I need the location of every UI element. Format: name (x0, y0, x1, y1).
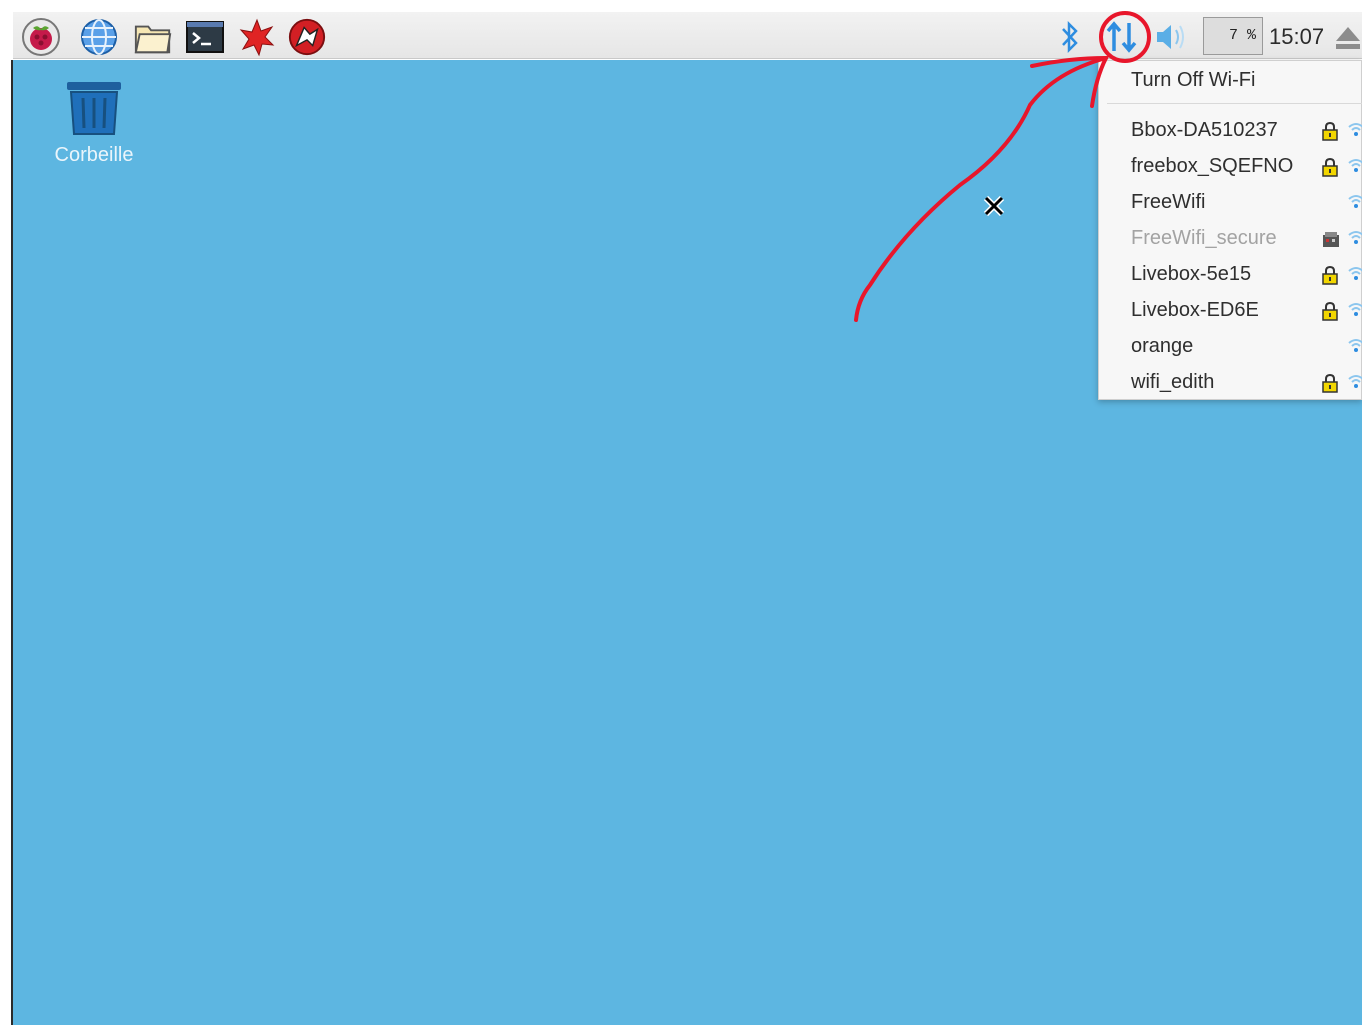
enterprise-lock-icon (1321, 229, 1339, 249)
network-updown-icon[interactable] (1102, 17, 1142, 57)
wifi-signal-icon (1347, 373, 1362, 391)
wolfram-icon[interactable] (287, 17, 327, 57)
cpu-usage-monitor[interactable]: 7 % (1203, 17, 1263, 55)
file-manager-icon[interactable] (133, 17, 173, 57)
turn-off-wifi-item[interactable]: Turn Off Wi-Fi (1099, 63, 1362, 97)
cpu-usage-value: 7 % (1228, 27, 1256, 44)
wifi-signal-icon (1347, 193, 1362, 211)
volume-icon[interactable] (1151, 17, 1191, 57)
wifi-signal-icon (1347, 265, 1362, 283)
terminal-icon[interactable] (185, 17, 225, 57)
desktop-icon-label: Corbeille (54, 144, 134, 166)
menu-separator (1107, 103, 1362, 104)
raspberry-menu-icon[interactable] (21, 17, 61, 57)
network-ssid: FreeWifi (1131, 191, 1206, 213)
network-ssid: freebox_SQEFNO (1131, 155, 1294, 177)
lock-icon (1321, 121, 1339, 141)
network-dropdown-menu: Turn Off Wi-Fi Bbox-DA510237 freebox_SQEF… (1098, 60, 1362, 400)
turn-off-wifi-label: Turn Off Wi-Fi (1131, 69, 1256, 91)
screen-left-border (0, 0, 13, 1025)
network-item[interactable]: freebox_SQEFNO (1099, 149, 1362, 183)
network-item[interactable]: Livebox-5e15 (1099, 257, 1362, 291)
network-ssid: orange (1131, 335, 1194, 357)
lock-icon (1321, 301, 1339, 321)
wifi-signal-icon (1347, 337, 1362, 355)
wifi-signal-icon (1347, 121, 1362, 139)
wifi-signal-icon (1347, 157, 1362, 175)
trash-icon (67, 82, 121, 135)
network-item[interactable]: wifi_edith (1099, 365, 1362, 399)
network-item[interactable]: Bbox-DA510237 (1099, 113, 1362, 147)
network-ssid: FreeWifi_secure (1131, 227, 1277, 249)
lock-icon (1321, 157, 1339, 177)
network-item[interactable]: Livebox-ED6E (1099, 293, 1362, 327)
mathematica-icon[interactable] (237, 17, 277, 57)
bluetooth-icon[interactable] (1051, 17, 1089, 57)
wifi-signal-icon (1347, 301, 1362, 319)
network-item[interactable]: orange (1099, 329, 1362, 363)
lock-icon (1321, 373, 1339, 393)
wifi-signal-icon (1347, 229, 1362, 247)
mouse-cursor-icon (983, 195, 1005, 217)
network-item[interactable]: FreeWifi (1099, 185, 1362, 219)
screen-top-border (0, 0, 1362, 12)
web-browser-icon[interactable] (79, 17, 119, 57)
taskbar (13, 12, 1362, 59)
eject-icon[interactable] (1333, 17, 1362, 57)
clock[interactable]: 15:07 (1269, 24, 1324, 50)
network-ssid: Livebox-5e15 (1131, 263, 1252, 285)
network-ssid: Livebox-ED6E (1131, 299, 1259, 321)
desktop-icon-trash[interactable]: Corbeille (53, 80, 135, 167)
network-item[interactable]: FreeWifi_secure (1099, 221, 1362, 255)
network-ssid: wifi_edith (1131, 371, 1215, 393)
lock-icon (1321, 265, 1339, 285)
network-ssid: Bbox-DA510237 (1131, 119, 1278, 141)
